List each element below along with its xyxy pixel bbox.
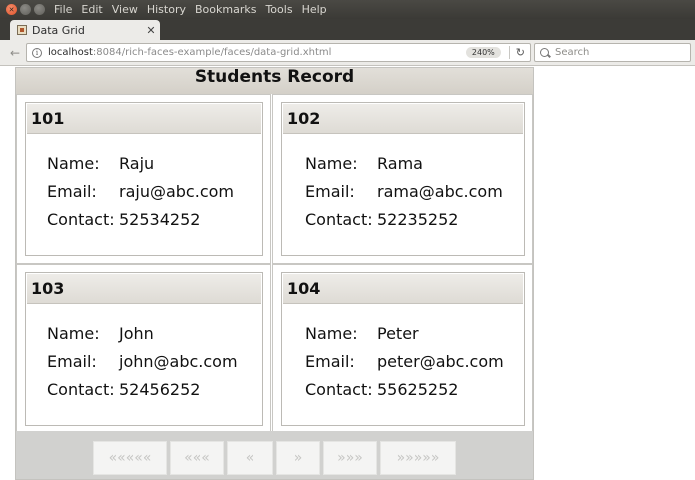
student-name: Raju (119, 154, 155, 173)
pager-footer: ««««« ««« « » »»» »»»»» (16, 431, 533, 479)
student-id: 102 (283, 104, 523, 134)
search-input[interactable]: Search (534, 43, 691, 62)
pager-next-button[interactable]: » (276, 441, 320, 475)
email-label: Email: (47, 352, 97, 371)
student-name: John (119, 324, 154, 343)
name-label: Name: (305, 154, 358, 173)
window-minimize-icon[interactable] (20, 4, 31, 15)
tab-title: Data Grid (32, 23, 85, 37)
pager-fast-back-button[interactable]: ««« (170, 441, 224, 475)
student-id: 101 (27, 104, 261, 134)
navigation-bar: ← i localhost :8084/rich-faces-example/f… (0, 40, 695, 66)
student-details: Name: Rama Email: rama@abc.com Contact: 522… (305, 154, 503, 238)
email-label: Email: (305, 182, 355, 201)
url-host: localhost (48, 47, 93, 58)
menu-help[interactable]: Help (302, 3, 327, 16)
contact-label: Contact: (305, 380, 373, 399)
url-path: :8084/rich-faces-example/faces/data-grid… (92, 47, 332, 58)
window-controls: ✕ (6, 4, 48, 15)
pager-previous-button[interactable]: « (227, 441, 273, 475)
menu-tools[interactable]: Tools (265, 3, 292, 16)
student-email: raju@abc.com (119, 182, 234, 201)
menu-bar: ✕ File Edit View History Bookmarks Tools… (0, 0, 695, 19)
page-favicon-icon (17, 25, 27, 35)
menu-file[interactable]: File (54, 3, 72, 16)
zoom-badge[interactable]: 240% (465, 47, 501, 58)
data-grid: Students Record 101 Name: Raju Email: raju… (15, 67, 534, 480)
window-maximize-icon[interactable] (34, 4, 45, 15)
contact-label: Contact: (47, 380, 115, 399)
student-contact: 52235252 (377, 210, 459, 229)
pager-last-button[interactable]: »»»»» (380, 441, 456, 475)
student-contact: 52456252 (119, 380, 201, 399)
page-content: Students Record 101 Name: Raju Email: raju… (0, 67, 695, 480)
student-id: 103 (27, 274, 261, 304)
name-label: Name: (47, 324, 100, 343)
student-contact: 55625252 (377, 380, 459, 399)
url-bar[interactable]: i localhost :8084/rich-faces-example/fac… (26, 43, 531, 62)
email-label: Email: (47, 182, 97, 201)
pager-fast-forward-button[interactable]: »»» (323, 441, 377, 475)
info-icon[interactable]: i (32, 47, 42, 58)
grid-cell: 104 Name: Peter Email: peter@abc.com Conta… (272, 264, 533, 434)
grid-cell: 103 Name: John Email: john@abc.com Contact… (16, 264, 271, 434)
student-details: Name: Peter Email: peter@abc.com Contact: 5… (305, 324, 504, 408)
email-label: Email: (305, 352, 355, 371)
contact-label: Contact: (47, 210, 115, 229)
student-card: 103 Name: John Email: john@abc.com Contact… (25, 272, 263, 426)
student-email: john@abc.com (119, 352, 238, 371)
student-email: peter@abc.com (377, 352, 504, 371)
search-placeholder: Search (555, 47, 590, 58)
data-scroller: ««««« ««« « » »»» »»»»» (93, 441, 459, 475)
student-id: 104 (283, 274, 523, 304)
student-contact: 52534252 (119, 210, 201, 229)
name-label: Name: (47, 154, 100, 173)
grid-cell: 102 Name: Rama Email: rama@abc.com Contact… (272, 94, 533, 264)
menu-history[interactable]: History (147, 3, 186, 16)
tab-close-icon[interactable]: ✕ (144, 24, 158, 37)
pager-first-button[interactable]: ««««« (93, 441, 167, 475)
menu-bookmarks[interactable]: Bookmarks (195, 3, 256, 16)
menu-view[interactable]: View (112, 3, 138, 16)
student-details: Name: Raju Email: raju@abc.com Contact: 525… (47, 154, 234, 238)
back-arrow-icon[interactable]: ← (6, 44, 24, 62)
reload-icon[interactable]: ↻ (516, 46, 525, 59)
student-name: Peter (377, 324, 419, 343)
student-card: 102 Name: Rama Email: rama@abc.com Contact… (281, 102, 525, 256)
tab-strip: Data Grid ✕ + (0, 19, 695, 57)
student-card: 104 Name: Peter Email: peter@abc.com Conta… (281, 272, 525, 426)
student-details: Name: John Email: john@abc.com Contact: 524… (47, 324, 238, 408)
student-card: 101 Name: Raju Email: raju@abc.com Contact… (25, 102, 263, 256)
menu-edit[interactable]: Edit (81, 3, 102, 16)
url-separator (508, 46, 510, 59)
window-close-icon[interactable]: ✕ (6, 4, 17, 15)
search-icon (540, 48, 549, 57)
student-name: Rama (377, 154, 423, 173)
contact-label: Contact: (305, 210, 373, 229)
tab-data-grid[interactable]: Data Grid ✕ (10, 20, 160, 40)
grid-title: Students Record (16, 68, 533, 94)
name-label: Name: (305, 324, 358, 343)
student-email: rama@abc.com (377, 182, 503, 201)
grid-cell: 101 Name: Raju Email: raju@abc.com Contact… (16, 94, 271, 264)
menu-list: File Edit View History Bookmarks Tools H… (54, 3, 336, 16)
